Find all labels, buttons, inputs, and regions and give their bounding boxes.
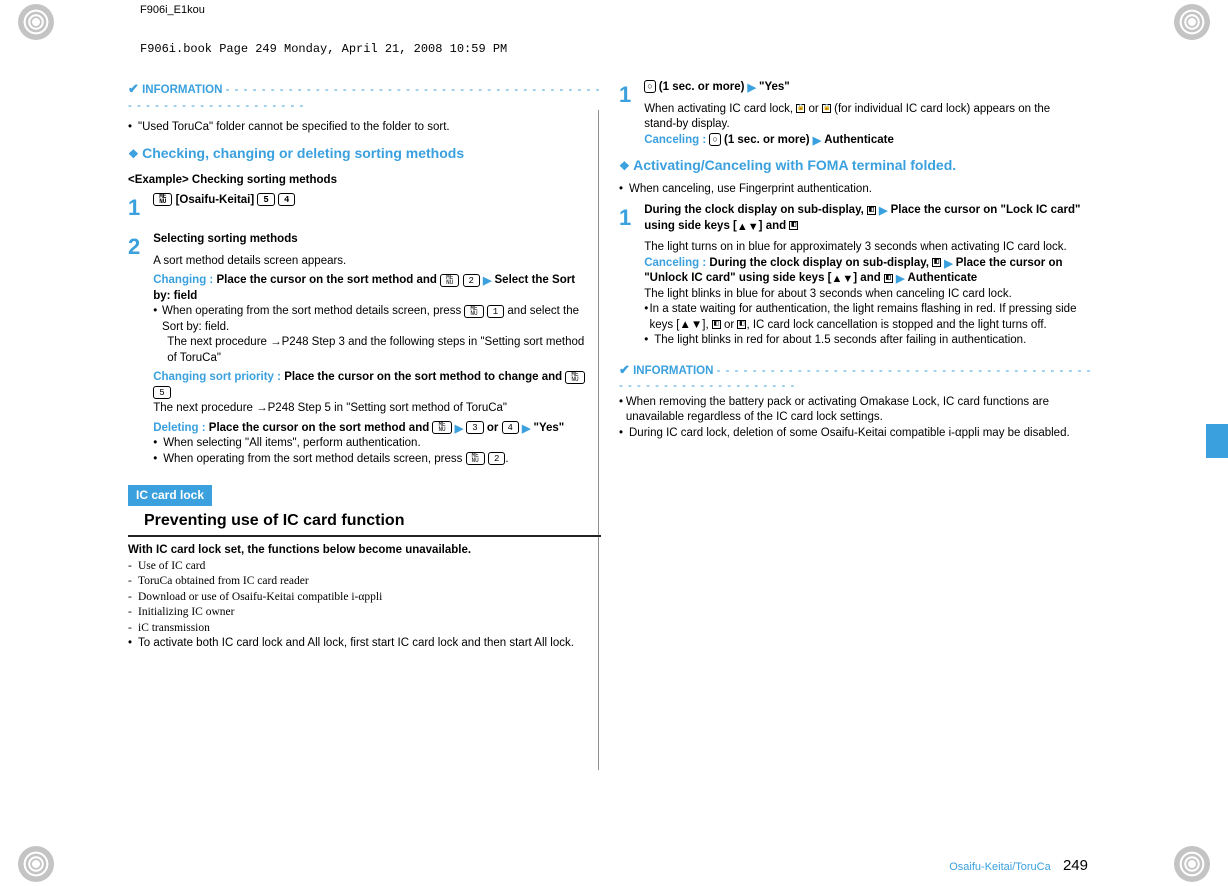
step2-b3: •When selecting "All items", perform aut… bbox=[153, 436, 593, 452]
info-r-b1: •When removing the battery pack or activ… bbox=[619, 395, 1092, 426]
info-header-right: ✔ INFORMATION - - - - - - - - - - - - - … bbox=[619, 361, 1092, 395]
check-icon: ✔ bbox=[619, 362, 630, 377]
right-column: 1 ○ (1 sec. or more) ▶ "Yes" When activa… bbox=[619, 80, 1092, 810]
example-label: <Example> Checking sorting methods bbox=[128, 173, 601, 189]
check-icon: ✔ bbox=[128, 81, 139, 96]
side-key-icon: ◧ bbox=[789, 221, 798, 230]
step2-b1: •When operating from the sort method det… bbox=[153, 304, 593, 335]
side-key-icon: ◧ bbox=[712, 320, 721, 329]
right-step-1: 1 ○ (1 sec. or more) ▶ "Yes" When activa… bbox=[619, 80, 1092, 148]
info-label: INFORMATION bbox=[633, 365, 713, 377]
info-r-b2: •During IC card lock, deletion of some O… bbox=[619, 426, 1092, 442]
play-icon: ▶ bbox=[744, 82, 759, 94]
lock-icon-2: 🔒 bbox=[822, 104, 831, 113]
ic-note: •To activate both IC card lock and All l… bbox=[128, 636, 601, 652]
play-icon: ▶ bbox=[893, 273, 908, 285]
r1-line1: When activating IC card lock, 🔒 or 🔒 (fo… bbox=[644, 102, 1084, 133]
play-icon: ▶ bbox=[810, 135, 825, 147]
side-key-icon: ◧ bbox=[932, 258, 941, 267]
step-1-body: MENU [Osaifu-Keitai] 5 4 bbox=[153, 193, 593, 209]
side-key-icon: ◧ bbox=[884, 274, 893, 283]
info-bullet: •"Used ToruCa" folder cannot be specifie… bbox=[128, 120, 601, 136]
footer: Osaifu-Keitai/ToruCa 249 bbox=[949, 857, 1088, 874]
r2-b1: •In a state waiting for authentication, … bbox=[644, 302, 1084, 333]
cancel-fp: •When canceling, use Fingerprint authent… bbox=[619, 182, 1092, 198]
menu-key-icon: MENU bbox=[466, 452, 485, 465]
r2-cancel: Canceling : During the clock display on … bbox=[644, 256, 1084, 287]
info-label: INFORMATION bbox=[142, 84, 222, 96]
circle-key-icon: ○ bbox=[644, 80, 655, 93]
key-1: 1 bbox=[487, 305, 504, 318]
footer-page: 249 bbox=[1063, 857, 1088, 874]
lock-icon: 🔒 bbox=[796, 104, 805, 113]
delete-line: Deleting : Place the cursor on the sort … bbox=[153, 421, 593, 437]
key-2: 2 bbox=[463, 274, 480, 287]
info-header: ✔ INFORMATION - - - - - - - - - - - - - … bbox=[128, 80, 601, 114]
right-step-2-body: During the clock display on sub-display,… bbox=[644, 203, 1084, 349]
play-icon: ▶ bbox=[941, 258, 956, 270]
footer-section: Osaifu-Keitai/ToruCa bbox=[949, 861, 1051, 873]
ic-item-4: -iC transmission bbox=[128, 621, 601, 637]
page-stamp: F906i.book Page 249 Monday, April 21, 20… bbox=[140, 42, 507, 56]
key-2: 2 bbox=[488, 452, 505, 465]
left-column: ✔ INFORMATION - - - - - - - - - - - - - … bbox=[128, 80, 601, 810]
ic-card-lock-section: IC card lock Preventing use of IC card f… bbox=[128, 485, 601, 651]
menu-key-icon: MENU bbox=[432, 421, 451, 434]
column-divider bbox=[598, 110, 599, 770]
key-4: 4 bbox=[502, 421, 519, 434]
right-step-2: 1 During the clock display on sub-displa… bbox=[619, 203, 1092, 349]
ic-item-1: -ToruCa obtained from IC card reader bbox=[128, 574, 601, 590]
change-priority-line: Changing sort priority : Place the curso… bbox=[153, 370, 593, 401]
ic-card-lock-title: Preventing use of IC card function bbox=[128, 510, 601, 538]
ic-item-2: -Download or use of Osaifu-Keitai compat… bbox=[128, 590, 601, 606]
diamond-icon: ❖ bbox=[128, 147, 142, 161]
menu-key-icon: MENU bbox=[565, 371, 584, 384]
registration-mark-br bbox=[1174, 846, 1210, 882]
play-icon: ▶ bbox=[519, 423, 534, 435]
step2-b4: •When operating from the sort method det… bbox=[153, 452, 593, 468]
key-5: 5 bbox=[257, 193, 274, 206]
activate-heading: ❖ Activating/Canceling with FOMA termina… bbox=[619, 156, 1092, 176]
step-2: 2 Selecting sorting methods A sort metho… bbox=[128, 232, 601, 467]
menu-key-icon: MENU bbox=[464, 305, 483, 318]
doc-id: F906i_E1kou bbox=[140, 4, 205, 16]
diamond-icon: ❖ bbox=[619, 159, 633, 173]
play-icon: ▶ bbox=[452, 423, 467, 435]
up-down-icon: ▲▼ bbox=[737, 221, 759, 233]
right-step-1-body: ○ (1 sec. or more) ▶ "Yes" When activati… bbox=[644, 80, 1084, 148]
circle-key-icon: ○ bbox=[709, 133, 720, 146]
ic-item-0: -Use of IC card bbox=[128, 559, 601, 575]
key-3: 3 bbox=[466, 421, 483, 434]
r1-cancel: Canceling : ○ (1 sec. or more) ▶ Authent… bbox=[644, 133, 1084, 149]
play-icon: ▶ bbox=[876, 205, 891, 217]
registration-mark-bl bbox=[18, 846, 54, 882]
up-down-icon: ▲▼ bbox=[832, 273, 854, 285]
registration-mark-tl bbox=[18, 4, 54, 40]
ic-card-lock-badge: IC card lock bbox=[128, 485, 212, 505]
key-5: 5 bbox=[153, 386, 170, 399]
menu-key-icon: MENU bbox=[440, 274, 459, 287]
side-key-icon: ◧ bbox=[867, 206, 876, 215]
key-4: 4 bbox=[278, 193, 295, 206]
registration-mark-tr bbox=[1174, 4, 1210, 40]
step-1: 1 MENU [Osaifu-Keitai] 5 4 bbox=[128, 193, 601, 223]
play-icon: ▶ bbox=[480, 275, 495, 287]
r2-title: During the clock display on sub-display,… bbox=[644, 204, 1080, 232]
ic-item-3: -Initializing IC owner bbox=[128, 605, 601, 621]
page-content: ✔ INFORMATION - - - - - - - - - - - - - … bbox=[128, 80, 1092, 810]
step-2-body: Selecting sorting methods A sort method … bbox=[153, 232, 593, 467]
changing-line: Changing : Place the cursor on the sort … bbox=[153, 273, 593, 304]
side-tab bbox=[1206, 424, 1228, 458]
checking-heading: ❖ Checking, changing or deleting sorting… bbox=[128, 144, 601, 164]
menu-key-icon: MENU bbox=[153, 193, 172, 206]
r2-b2: •The light blinks in red for about 1.5 s… bbox=[644, 333, 1084, 349]
ic-card-intro: With IC card lock set, the functions bel… bbox=[128, 543, 601, 559]
